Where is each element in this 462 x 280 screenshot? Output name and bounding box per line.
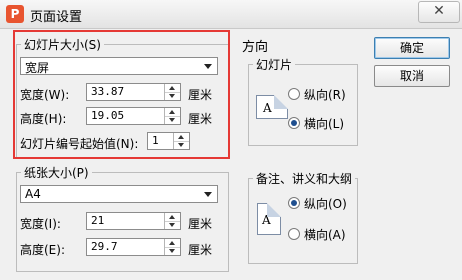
slide-portrait-radio[interactable] (288, 88, 300, 100)
decrement-button[interactable] (165, 247, 180, 255)
notes-orientation-legend: 备注、讲义和大纲 (253, 170, 356, 187)
notes-portrait-label[interactable]: 纵向(O) (304, 195, 347, 212)
paper-width-value: 21 (91, 214, 105, 227)
title-bar: P 页面设置 ✕ (0, 0, 462, 29)
paper-height-label: 高度(E): (20, 243, 65, 257)
decrement-button[interactable] (165, 221, 180, 229)
arrow-up-icon (169, 215, 175, 219)
paper-width-label: 宽度(I): (20, 217, 61, 231)
notes-landscape-radio[interactable] (288, 228, 300, 240)
window-title: 页面设置 (30, 10, 83, 25)
arrow-down-icon (169, 223, 175, 227)
orientation-title: 方向 (242, 40, 269, 55)
paper-size-value: A4 (25, 187, 41, 201)
ok-button[interactable]: 确定 (374, 37, 450, 59)
paper-width-unit: 厘米 (188, 217, 213, 231)
paper-height-value: 29.7 (91, 240, 118, 253)
slide-landscape-label[interactable]: 横向(L) (304, 115, 344, 132)
notes-portrait-radio[interactable] (288, 197, 300, 209)
close-icon: ✕ (433, 3, 445, 19)
paper-size-legend: 纸张大小(P) (21, 164, 92, 181)
wps-presentation-icon: P (6, 5, 24, 23)
notes-landscape-label[interactable]: 横向(A) (304, 226, 346, 243)
paper-height-unit: 厘米 (188, 243, 213, 257)
arrow-up-icon (169, 241, 175, 245)
paper-height-stepper[interactable]: 29.7 (86, 238, 181, 256)
slide-landscape-radio[interactable] (288, 117, 300, 129)
close-button[interactable]: ✕ (418, 1, 460, 23)
landscape-page-icon: A (256, 95, 288, 119)
slide-portrait-label[interactable]: 纵向(R) (304, 86, 346, 103)
cancel-button[interactable]: 取消 (374, 65, 450, 87)
paper-size-select[interactable]: A4 (20, 185, 218, 203)
portrait-page-icon: A (257, 203, 281, 235)
chevron-down-icon (204, 192, 212, 197)
paper-width-stepper[interactable]: 21 (86, 212, 181, 230)
slide-orientation-legend: 幻灯片 (253, 56, 296, 73)
highlight-box (13, 30, 230, 159)
arrow-down-icon (169, 249, 175, 253)
